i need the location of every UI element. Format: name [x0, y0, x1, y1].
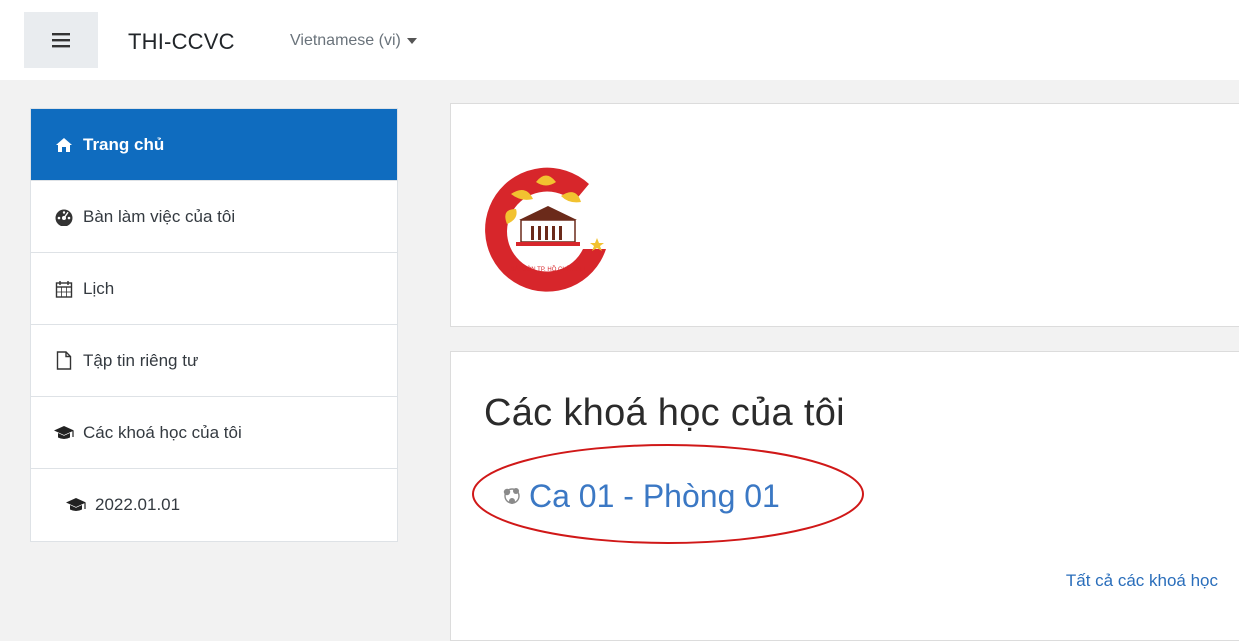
nav-drawer: Trang chủ Bàn làm việc của tôi Lịch Tập … [0, 80, 428, 623]
hamburger-icon [52, 33, 70, 48]
svg-text:SÀI GÒN TP. HỒ CHÍ MINH: SÀI GÒN TP. HỒ CHÍ MINH [511, 266, 586, 273]
language-label: Vietnamese (vi) [290, 32, 401, 49]
site-name[interactable]: THI-CCVC [128, 29, 235, 55]
my-courses-card: Các khoá học của tôi Ca 01 - Phòng 01 Tấ… [450, 351, 1239, 641]
dashboard-icon [53, 207, 75, 227]
nav-list: Trang chủ Bàn làm việc của tôi Lịch Tập … [30, 108, 398, 542]
nav-item-my-courses[interactable]: Các khoá học của tôi [31, 397, 397, 469]
site-logo: SÀI GÒN TP. HỒ CHÍ MINH [485, 167, 606, 292]
nav-item-label: Các khoá học của tôi [83, 422, 242, 442]
calendar-icon [53, 279, 75, 299]
nav-item-label: Trang chủ [83, 134, 165, 154]
nav-item-label: Lịch [83, 278, 115, 298]
course-link[interactable]: Ca 01 - Phòng 01 [501, 478, 780, 515]
nav-item-dashboard[interactable]: Bàn làm việc của tôi [31, 181, 397, 253]
file-icon [53, 351, 75, 371]
all-courses-link[interactable]: Tất cả các khoá học [1066, 571, 1218, 591]
nav-item-label: 2022.01.01 [95, 495, 181, 514]
nav-item-calendar[interactable]: Lịch [31, 253, 397, 325]
nav-item-label: Tập tin riêng tư [83, 350, 199, 370]
hamburger-menu-button[interactable] [24, 12, 98, 68]
course-name: Ca 01 - Phòng 01 [529, 478, 780, 514]
nav-item-course-2022[interactable]: 2022.01.01 [31, 469, 397, 541]
site-logo-card: SÀI GÒN TP. HỒ CHÍ MINH [450, 103, 1239, 327]
my-courses-heading: Các khoá học của tôi [484, 392, 845, 434]
nav-item-private-files[interactable]: Tập tin riêng tư [31, 325, 397, 397]
home-icon [53, 135, 75, 155]
course-icon [501, 478, 523, 515]
top-navbar: THI-CCVC Vietnamese (vi) [0, 0, 1239, 80]
nav-item-home[interactable]: Trang chủ [31, 109, 397, 181]
language-menu[interactable]: Vietnamese (vi) [290, 32, 417, 50]
graduation-cap-icon [53, 423, 75, 443]
caret-down-icon [406, 38, 417, 44]
nav-item-label: Bàn làm việc của tôi [83, 206, 236, 226]
graduation-cap-icon [65, 495, 87, 515]
